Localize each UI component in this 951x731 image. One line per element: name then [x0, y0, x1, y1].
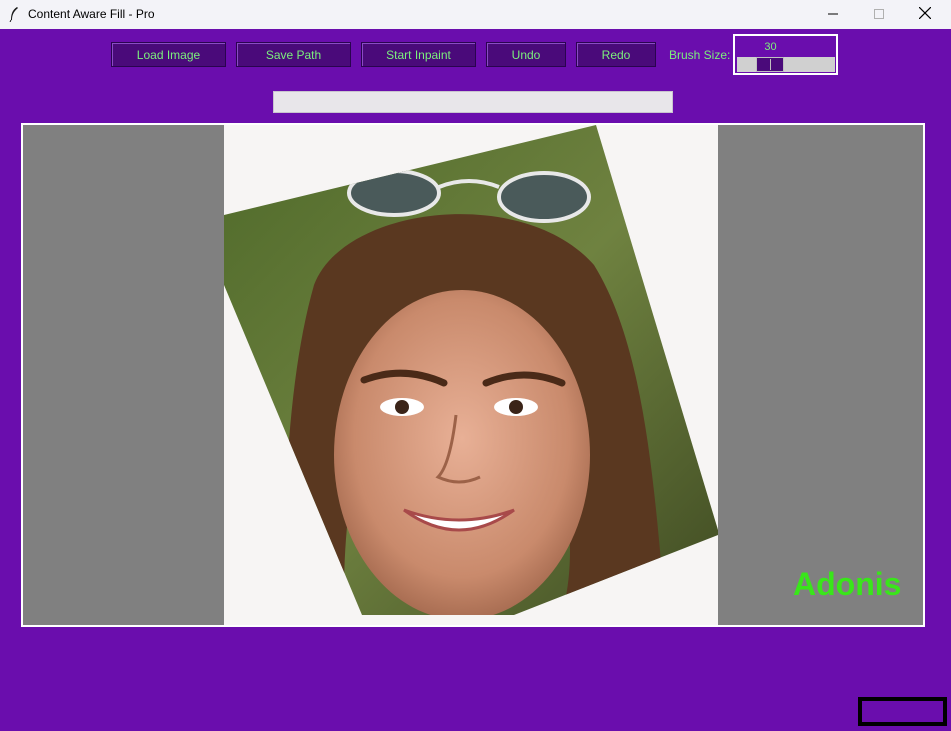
- slider-thumb[interactable]: [756, 57, 784, 72]
- close-icon: [918, 6, 932, 22]
- image-canvas[interactable]: Adonis: [21, 123, 925, 627]
- load-image-button[interactable]: Load Image: [111, 42, 226, 67]
- undo-button[interactable]: Undo: [486, 42, 566, 67]
- maximize-icon: [874, 8, 884, 22]
- slider-track[interactable]: [737, 57, 835, 72]
- portrait-photo: [224, 125, 718, 615]
- status-box: [858, 697, 947, 726]
- minimize-button[interactable]: [810, 0, 856, 29]
- save-path-button[interactable]: Save Path: [236, 42, 351, 67]
- maximize-button[interactable]: [856, 0, 902, 29]
- start-inpaint-button[interactable]: Start Inpaint: [361, 42, 476, 67]
- brush-size-slider[interactable]: 30: [733, 34, 838, 75]
- feather-icon: [8, 6, 20, 23]
- redo-button[interactable]: Redo: [576, 42, 656, 67]
- watermark-text: Adonis: [793, 566, 902, 602]
- progress-bar: [273, 91, 673, 113]
- brush-size-value: 30: [764, 41, 777, 53]
- window-title: Content Aware Fill - Pro: [28, 7, 155, 21]
- minimize-icon: [828, 8, 838, 22]
- image-frame[interactable]: [224, 125, 718, 625]
- title-bar: Content Aware Fill - Pro: [0, 0, 951, 29]
- close-button[interactable]: [902, 0, 948, 29]
- brush-size-label: Brush Size:: [669, 48, 731, 62]
